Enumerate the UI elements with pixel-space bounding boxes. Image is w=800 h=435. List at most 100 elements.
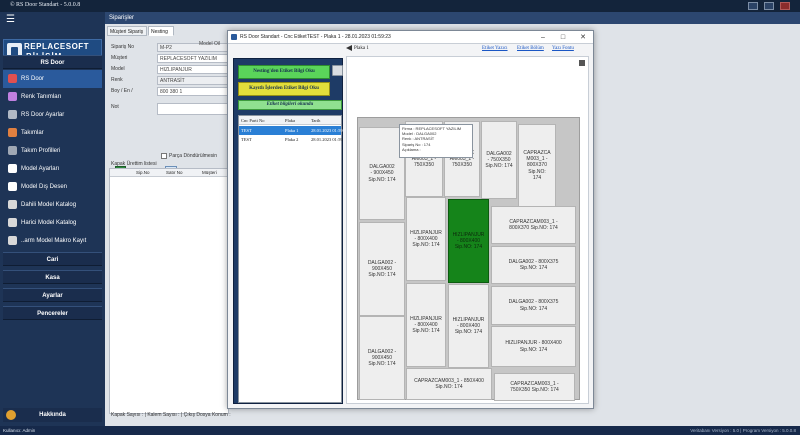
plate-cell-plaka: Plaka 2 [285,137,299,142]
close-button[interactable] [780,2,790,10]
form-row: Müşteri REPLACESOFT YAZILIM [109,54,229,64]
canvas-close-icon[interactable] [579,60,585,66]
gear-icon [8,110,17,119]
nest-piece[interactable]: DALGA002 - 750X350 Sip.NO: 174 [481,121,517,199]
maximize-button[interactable] [764,2,774,10]
label-printer-link[interactable]: Etiket Yazıcı [482,46,508,51]
sidebar-item-2[interactable]: RS Door Ayarlar [3,106,102,124]
sidebar-item-6[interactable]: Model Dış Desen [3,178,102,196]
dialog-close-button[interactable]: ✕ [574,31,592,44]
font-link[interactable]: Yazı Fontu [552,46,574,51]
app-titlebar: © RS Door Standart - 5.0.0.8 [0,0,800,12]
form-label: Sipariş No [111,44,135,50]
plate-list[interactable]: Cnc Parti No Plaka Tarih TEST Plaka 1 28.0… [238,115,343,403]
dialog-titlebar: RS Door Standart - Cnc EtiketTEST - Plak… [228,31,593,44]
col-sip-no[interactable]: Sip.No [136,170,150,175]
plate-board: DALGA002 - 900X450 Sip.NO: 174CAPRAZC AM… [357,117,580,401]
plate-cell-tarih: 28.01.2023 01:59 [311,137,343,142]
dialog-title: RS Door Standart - Cnc EtiketTEST - Plak… [240,34,391,40]
rotate-checkbox[interactable] [161,153,167,159]
col-tarih[interactable]: Tarih [311,118,320,123]
sidebar-group-3[interactable]: Pencereler [3,306,102,320]
back-arrow-icon[interactable] [346,45,352,51]
plate-row[interactable]: TEST Plaka 1 28.01.2023 01:59 [239,126,343,135]
form-row: Not [109,103,229,115]
form-label: Boy / En / [111,88,133,94]
plate-toolbar: Plaka 1 Etiket Yazıcı Etiket Bölüm Yazı … [346,45,592,55]
dialog-left-panel: Nesting'den Etiket Bilgi Oku Kayıtlı İşl… [233,58,343,404]
order-form: Sipariş No M-P2 Müşteri REPLACESOFT YAZILIM… [109,39,229,180]
plate-row[interactable]: TEST Plaka 2 28.01.2023 01:59 [239,135,343,144]
nest-piece[interactable]: CAPRAZCAM003_1 - 850X400 Sip.NO: 174 [406,368,492,400]
nest-piece[interactable]: HIZLIPANJUR - 800X400 Sip.NO: 174 [448,199,489,283]
model-oil-label: Model Oil [199,41,221,47]
sidebar-item-8[interactable]: Harici Model Katalog [3,214,102,232]
tools-icon [8,128,17,137]
tab-nesting[interactable]: Nesting [148,26,174,36]
model-icon [8,164,17,173]
nest-piece[interactable]: HIZLIPANJUR - 800X400 Sip.NO: 174 [406,283,446,367]
form-field[interactable]: REPLACESOFT YAZILIM [157,54,229,63]
current-user: Kullanıcı: Admin [3,428,36,433]
col-satir-no[interactable]: Satır No [166,170,183,175]
sidebar-group-1[interactable]: Kasa [3,270,102,284]
nest-piece[interactable]: CAPRAZCAM003_1 - 750X350 Sip.NO: 174 [494,373,575,401]
sidebar-item-5[interactable]: Model Ayarları [3,160,102,178]
nest-piece[interactable]: HIZLIPANJUR - 800X400 Sip.NO: 174 [448,284,489,368]
nest-piece[interactable]: DALGA002 - 800X375 Sip.NO: 174 [491,246,576,284]
sidebar-item-0[interactable]: RS Door [3,70,102,88]
form-label: Model [111,66,125,72]
hamburger-menu-icon[interactable]: ☰ [6,14,15,25]
sidebar-item-7[interactable]: Dahili Model Katalog [3,196,102,214]
read-from-nesting-button[interactable]: Nesting'den Etiket Bilgi Oku [238,65,330,79]
sidebar-item-label: RS Door [21,76,45,82]
macro-icon [8,236,17,245]
plate-cell-plaka: Plaka 1 [285,128,299,133]
footer-info: Kapak Sayısı : | Kalem Sayısı : | Çıkış … [111,412,231,418]
form-label: Müşteri [111,55,128,61]
sidebar-item-9[interactable]: ..arm Model Makro Kayıt [3,232,102,250]
sidebar-group-2[interactable]: Ayarlar [3,288,102,302]
nest-piece[interactable]: HIZLIPANJUR - 800X400 Sip.NO: 174 [406,197,446,281]
form-field[interactable]: HIZLIPANJUR [157,65,229,74]
nest-piece[interactable]: CAPRAZCAM003_1 - 800X370 Sip.NO: 174 [491,206,576,244]
form-field[interactable] [157,103,229,115]
dialog-maximize-button[interactable]: □ [554,31,572,44]
sidebar-item-label: ..arm Model Makro Kayıt [21,238,87,244]
tab-musteri-siparis[interactable]: Müşteri Sipariş [107,26,147,36]
col-parti-no[interactable]: Cnc Parti No [241,118,265,123]
dialog-minimize-button[interactable]: – [534,31,552,44]
minimize-button[interactable] [748,2,758,10]
nesting-canvas[interactable]: DALGA002 - 900X450 Sip.NO: 174CAPRAZC AM… [346,56,589,404]
catalog-icon [8,218,17,227]
about-button[interactable]: Hakkında [3,408,102,422]
label-section-link[interactable]: Etiket Bölüm [517,46,544,51]
section-rs-door[interactable]: RS Door [3,55,102,69]
col-plaka[interactable]: Plaka [285,118,295,123]
door-icon [8,74,17,83]
sidebar-item-3[interactable]: Takımlar [3,124,102,142]
read-from-saved-button[interactable]: Kayıtlı İşlerden Etiket Bilgi Oku [238,82,330,96]
logo-text-1: REPLACESOFT [24,42,90,51]
sidebar-item-label: Takımlar [21,130,44,136]
sidebar-group-0[interactable]: Cari [3,252,102,266]
app-icon [231,34,237,40]
kapak-table[interactable]: Sip.No Satır No Müşteri [109,168,229,414]
col-musteri[interactable]: Müşteri [202,170,217,175]
version-info: Veritabanı Versiyon : 5.0 | Program Vers… [690,428,796,433]
sidebar-item-1[interactable]: Renk Tanımları [3,88,102,106]
kapak-list-title: Kapak Ürettim listesi [111,161,157,167]
sidebar-item-4[interactable]: Takım Profilleri [3,142,102,160]
app-title: © RS Door Standart - 5.0.0.8 [10,2,81,8]
printer-icon[interactable] [332,65,343,76]
form-field[interactable]: ANTRASİT [157,76,229,85]
form-field[interactable]: 800 380 1 [157,87,229,96]
nest-piece[interactable]: HIZLIPANJUR - 800X400 Sip.NO: 174 [491,326,576,367]
nest-piece[interactable]: CAPRAZCA M003_1 - 800X370 Sip.NO: 174 [518,124,556,207]
nest-piece[interactable]: DALGA002 - 900X450 Sip.NO: 174 [359,222,405,316]
nest-piece[interactable]: DALGA002 - 800X375 Sip.NO: 174 [491,286,576,325]
nest-piece[interactable]: DALGA002 - 900X450 Sip.NO: 174 [359,316,405,400]
catalog-icon [8,200,17,209]
sidebar-item-label: Takım Profilleri [21,148,61,154]
piece-tooltip: Firma : REPLACESOFT YAZILIM Model : DALG… [399,124,473,158]
